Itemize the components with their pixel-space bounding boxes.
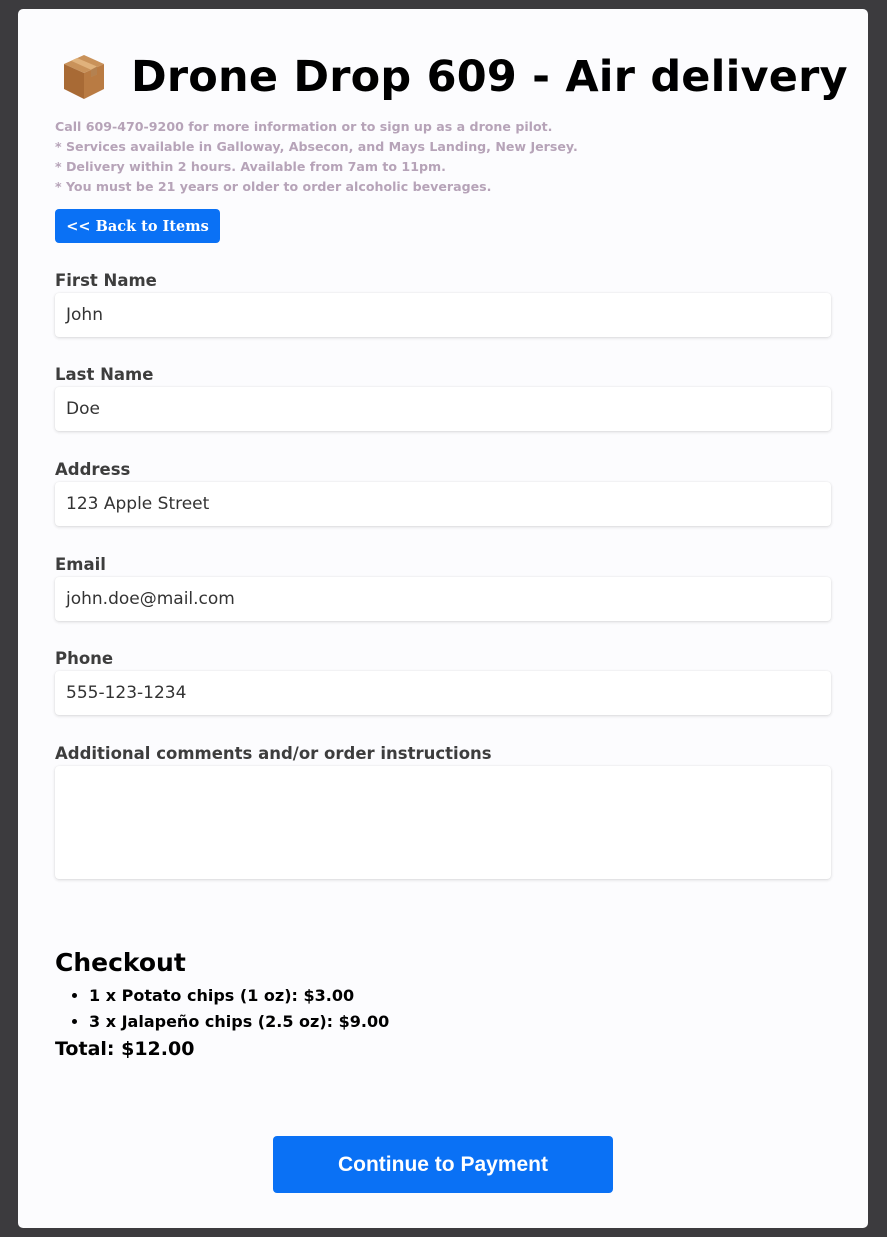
first-name-field[interactable]: John bbox=[55, 293, 831, 337]
note-line: * Delivery within 2 hours. Available fro… bbox=[55, 159, 446, 174]
checkout-form-card: Drone Drop 609 - Air delivery Call 609-4… bbox=[18, 9, 868, 1228]
phone-label: Phone bbox=[55, 649, 114, 668]
order-total: Total: $12.00 bbox=[55, 1038, 195, 1060]
note-line: * You must be 21 years or older to order… bbox=[55, 179, 492, 194]
checkout-title: Checkout bbox=[55, 948, 186, 977]
last-name-field[interactable]: Doe bbox=[55, 387, 831, 431]
address-label: Address bbox=[55, 460, 131, 479]
package-box-icon bbox=[64, 55, 104, 99]
note-line: * Services available in Galloway, Abseco… bbox=[55, 139, 578, 154]
address-field[interactable]: 123 Apple Street bbox=[55, 482, 831, 526]
comments-textarea[interactable] bbox=[55, 766, 831, 879]
email-field[interactable]: john.doe@mail.com bbox=[55, 577, 831, 621]
page-header: Drone Drop 609 - Air delivery bbox=[62, 51, 848, 103]
service-notes: Call 609-470-9200 for more information o… bbox=[55, 117, 578, 197]
note-line: Call 609-470-9200 for more information o… bbox=[55, 119, 553, 134]
list-item: 1 x Potato chips (1 oz): $3.00 bbox=[89, 983, 389, 1009]
comments-label: Additional comments and/or order instruc… bbox=[55, 744, 492, 763]
phone-field[interactable]: 555-123-1234 bbox=[55, 671, 831, 715]
last-name-label: Last Name bbox=[55, 365, 154, 384]
email-label: Email bbox=[55, 555, 106, 574]
page-title: Drone Drop 609 - Air delivery bbox=[131, 52, 848, 102]
first-name-label: First Name bbox=[55, 271, 157, 290]
back-to-items-button[interactable]: << Back to Items bbox=[55, 209, 220, 243]
list-item: 3 x Jalapeño chips (2.5 oz): $9.00 bbox=[89, 1009, 389, 1035]
checkout-items-list: 1 x Potato chips (1 oz): $3.00 3 x Jalap… bbox=[55, 983, 389, 1035]
continue-to-payment-button[interactable]: Continue to Payment bbox=[273, 1136, 613, 1193]
